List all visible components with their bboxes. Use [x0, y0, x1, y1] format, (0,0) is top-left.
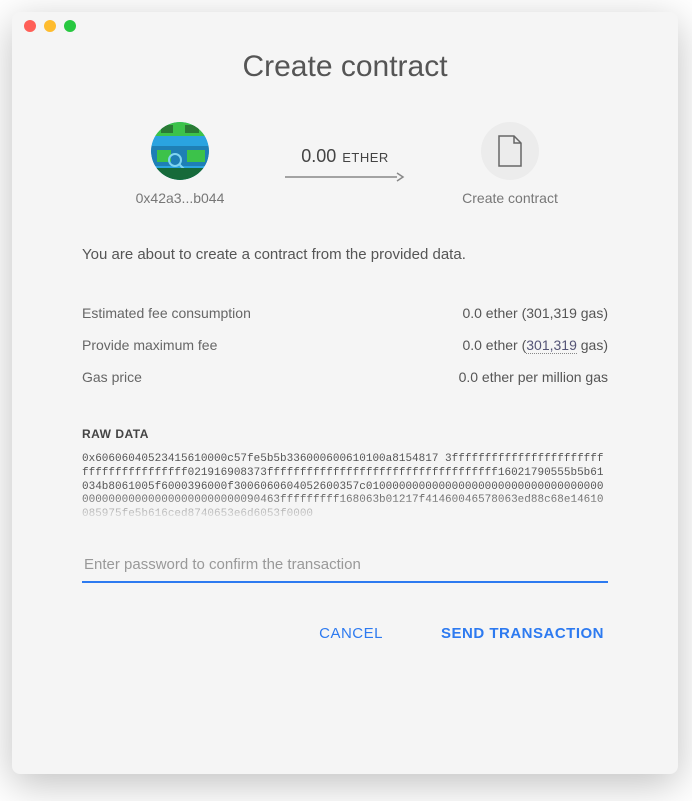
fee-label: Provide maximum fee [82, 337, 217, 353]
arrow-right-icon [285, 171, 405, 183]
fee-value: 0.0 ether (301,319 gas) [462, 305, 608, 321]
password-field [82, 548, 608, 583]
fee-table: Estimated fee consumption 0.0 ether (301… [82, 297, 608, 393]
page-title: Create contract [82, 50, 608, 84]
document-icon [481, 122, 539, 180]
to-label: Create contract [462, 190, 558, 206]
fee-label: Estimated fee consumption [82, 305, 251, 321]
fee-row-estimated: Estimated fee consumption 0.0 ether (301… [82, 297, 608, 329]
password-input[interactable] [82, 548, 608, 583]
minimize-icon[interactable] [44, 20, 56, 32]
window-titlebar [12, 12, 678, 40]
max-gas-link[interactable]: 301,319 [526, 337, 577, 354]
fee-label: Gas price [82, 369, 142, 385]
send-transaction-button[interactable]: SEND TRANSACTION [437, 619, 608, 648]
raw-data-label: RAW DATA [82, 427, 608, 441]
from-account: 0x42a3...b044 [115, 122, 245, 206]
transfer-amount: 0.00 ETHER [301, 146, 389, 167]
from-address: 0x42a3...b044 [136, 190, 225, 206]
raw-data-content: 0x60606040523415610000c57fe5b5b336000600… [82, 453, 608, 522]
dialog-content: Create contract [12, 40, 678, 678]
maximize-icon[interactable] [64, 20, 76, 32]
about-text: You are about to create a contract from … [82, 246, 608, 263]
amount-value: 0.00 [301, 146, 336, 167]
action-buttons: CANCEL SEND TRANSACTION [82, 619, 608, 648]
fee-row-max: Provide maximum fee 0.0 ether (301,319 g… [82, 329, 608, 361]
transfer-summary: 0x42a3...b044 0.00 ETHER [82, 122, 608, 206]
fee-value: 0.0 ether (301,319 gas) [462, 337, 608, 353]
close-icon[interactable] [24, 20, 36, 32]
fee-row-price: Gas price 0.0 ether per million gas [82, 361, 608, 393]
cancel-button[interactable]: CANCEL [315, 619, 387, 648]
dialog-window: Create contract [12, 12, 678, 774]
transfer-arrow: 0.00 ETHER [275, 146, 415, 183]
amount-unit: ETHER [342, 150, 389, 165]
to-contract: Create contract [445, 122, 575, 206]
fee-value: 0.0 ether per million gas [459, 369, 608, 385]
identicon-avatar [151, 122, 209, 180]
